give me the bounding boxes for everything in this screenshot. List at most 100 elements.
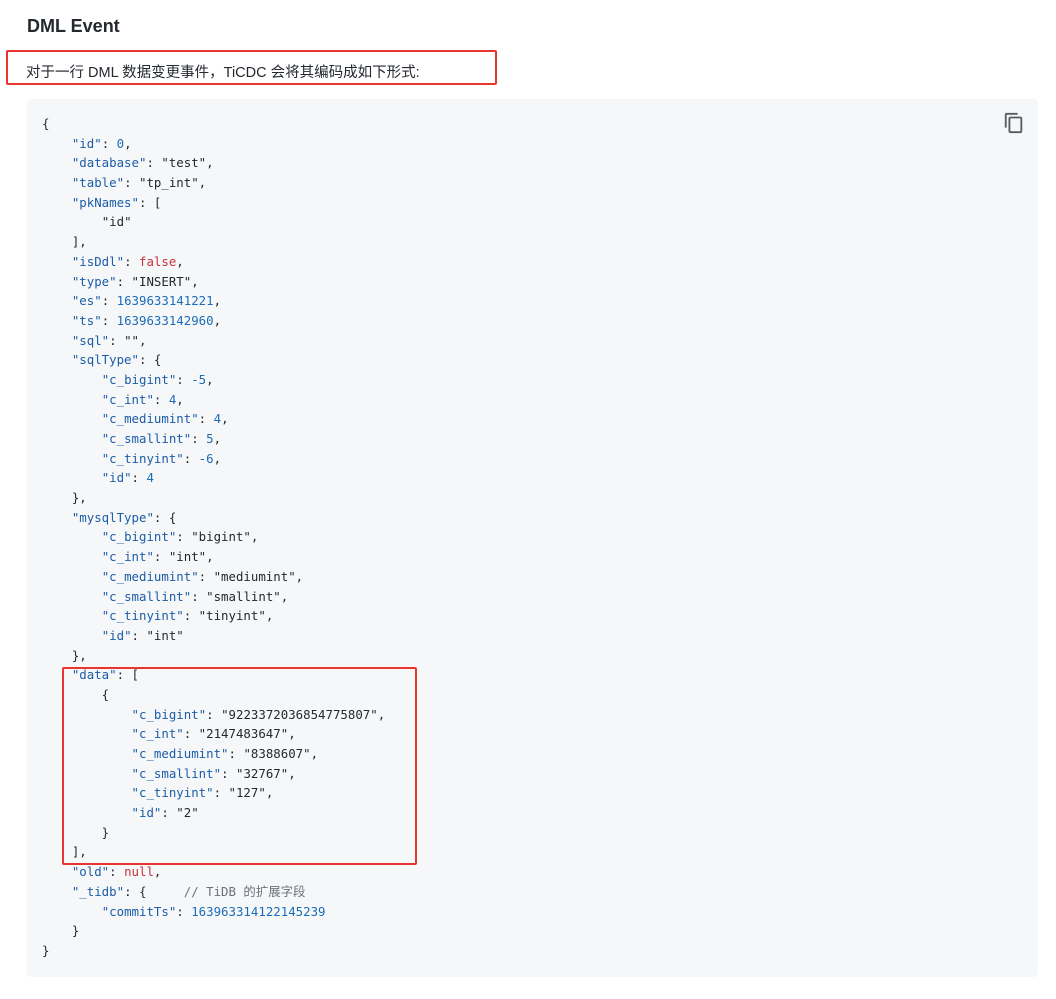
code-token: -6 [198,450,214,466]
code-token: : [198,411,214,427]
code-token: "id" [71,135,102,151]
code-token: null [124,864,154,880]
code-line: "c_mediumint": 4, [42,409,385,429]
code-token: 163963314122145239 [191,903,326,919]
code-line: "c_bigint": "bigint", [42,527,385,547]
code-token: "es" [71,293,102,309]
code-token: : [131,627,147,643]
code-token: "c_bigint" [101,529,177,545]
code-token: : [198,568,214,584]
code-token: "test" [161,155,207,171]
code-token: 5 [206,431,214,446]
code-token: "_tidb" [71,883,125,899]
code-token: , [198,175,207,191]
code-token: , [250,529,259,545]
code-line: "commitTs": 163963314122145239 [42,902,385,922]
code-token: : [ [138,194,162,210]
code-token: "smallint" [206,588,281,604]
code-token: , [213,450,222,466]
code-token: "int" [146,627,184,643]
code-token: "type" [71,273,117,289]
code-token: , [206,371,214,387]
code-token: , [295,568,304,584]
code-token: , [176,253,184,269]
code-line: "_tidb": { // TiDB 的扩展字段 [42,882,385,902]
code-line: }, [42,646,385,666]
copy-button[interactable] [1003,112,1025,134]
code-token: "id" [101,627,132,643]
code-token: , [265,608,274,624]
code-token: "sqlType" [71,352,139,368]
code-token: : [191,431,207,446]
code-line: "isDdl": false, [42,252,385,272]
code-line: "sql": "", [42,331,385,351]
code-line: "sqlType": { [42,350,385,370]
code-token: "int" [168,549,207,565]
code-token: 0 [116,135,125,151]
code-token: "c_tinyint" [101,450,184,466]
code-token: "bigint" [191,529,251,545]
code-line: "database": "test", [42,153,385,173]
code-token: "table" [71,175,125,191]
code-token: , [153,864,162,880]
code-token: "old" [71,864,110,880]
code-token: : { [138,352,162,368]
code-token: : [183,450,199,466]
code-line: "pkNames": [ [42,193,385,213]
code-line: "mysqlType": { [42,508,385,528]
code-token: , [176,391,184,407]
code-token: "mediumint" [213,568,296,584]
code-line: "c_tinyint": "tinyint", [42,606,385,626]
code-line: "id": 0, [42,134,385,154]
code-token: , [139,332,147,348]
code-token: "c_mediumint" [101,568,199,584]
code-token: { [42,116,50,131]
code-token: "sql" [71,332,110,348]
code-token: false [138,253,177,269]
code-token: , [213,312,222,328]
code-line: "c_mediumint": "mediumint", [42,567,385,587]
code-line: }, [42,488,385,508]
code-token: "isDdl" [71,253,125,269]
code-token: : [153,391,169,407]
code-token: "c_bigint" [101,371,177,387]
code-line: { [42,114,385,134]
code-line: "c_bigint": -5, [42,370,385,390]
code-token: 1639633141221 [116,293,214,309]
code-token: : [101,312,117,328]
code-token: "tinyint" [198,608,266,624]
code-token: : [109,332,125,348]
code-line: "old": null, [42,862,385,882]
code-token: : [146,155,162,171]
code-line: "c_int": 4, [42,390,385,410]
code-line: "c_smallint": 5, [42,429,385,449]
data-highlight-box [62,667,417,865]
code-line: "type": "INSERT", [42,272,385,292]
code-token: : [124,175,139,191]
code-token: "id" [101,214,132,230]
code-token: "c_smallint" [101,431,192,446]
intro-text: 对于一行 DML 数据变更事件，TiCDC 会将其编码成如下形式: [26,65,420,81]
code-token: "c_tinyint" [101,608,184,624]
code-line: "c_smallint": "smallint", [42,587,385,607]
code-line: "c_int": "int", [42,547,385,567]
code-token: // TiDB 的扩展字段 [183,883,306,899]
code-token: : [176,371,192,387]
code-token: 4 [213,411,222,427]
code-token: "c_int" [101,391,154,407]
code-token: : [101,135,117,151]
code-token: : { [153,509,177,525]
code-token: : [183,608,199,624]
